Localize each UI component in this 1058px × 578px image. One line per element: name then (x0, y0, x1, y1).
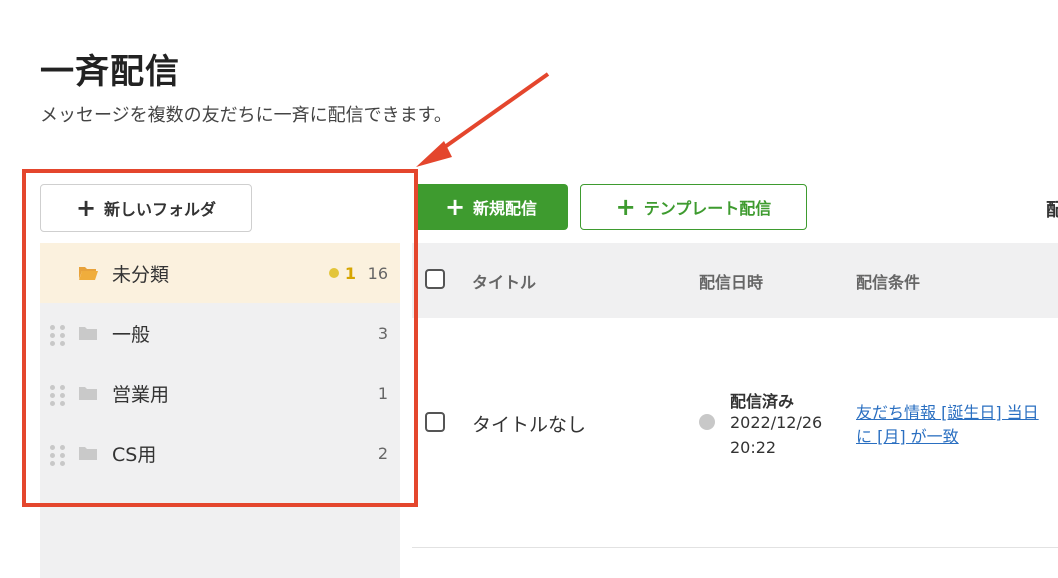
new-broadcast-button[interactable]: + 新規配信 (414, 184, 568, 230)
template-broadcast-button[interactable]: + テンプレート配信 (580, 184, 807, 230)
page-description: メッセージを複数の友だちに一斉に配信できます。 (40, 105, 452, 126)
delivery-condition-link[interactable]: 友だち情報 [誕生日] 当日 に [月] が一致 (856, 401, 1058, 449)
column-header-title[interactable]: タイトル (472, 269, 536, 293)
plus-icon: + (444, 193, 466, 221)
condition-line-1: 友だち情報 [誕生日] 当日 (856, 403, 1039, 422)
column-header-date[interactable]: 配信日時 (699, 269, 763, 293)
column-header-condition[interactable]: 配信条件 (856, 269, 920, 293)
new-broadcast-label: 新規配信 (473, 199, 538, 218)
page-title: 一斉配信 (40, 52, 180, 92)
row-title[interactable]: タイトルなし (472, 410, 586, 437)
condition-line-2: に [月] が一致 (856, 427, 959, 446)
row-checkbox[interactable] (425, 412, 445, 432)
select-all-checkbox[interactable] (425, 269, 445, 289)
plus-icon: + (615, 193, 636, 221)
highlight-box (22, 169, 418, 507)
template-broadcast-label: テンプレート配信 (643, 199, 772, 218)
row-divider (412, 547, 1058, 548)
status-dot-icon (699, 414, 715, 430)
status-label: 配信済み (730, 392, 795, 411)
delivery-time: 20:22 (730, 438, 777, 457)
delivery-date: 2022/12/26 (730, 413, 823, 432)
cut-off-toolbar-text[interactable]: 配 (1046, 196, 1058, 222)
